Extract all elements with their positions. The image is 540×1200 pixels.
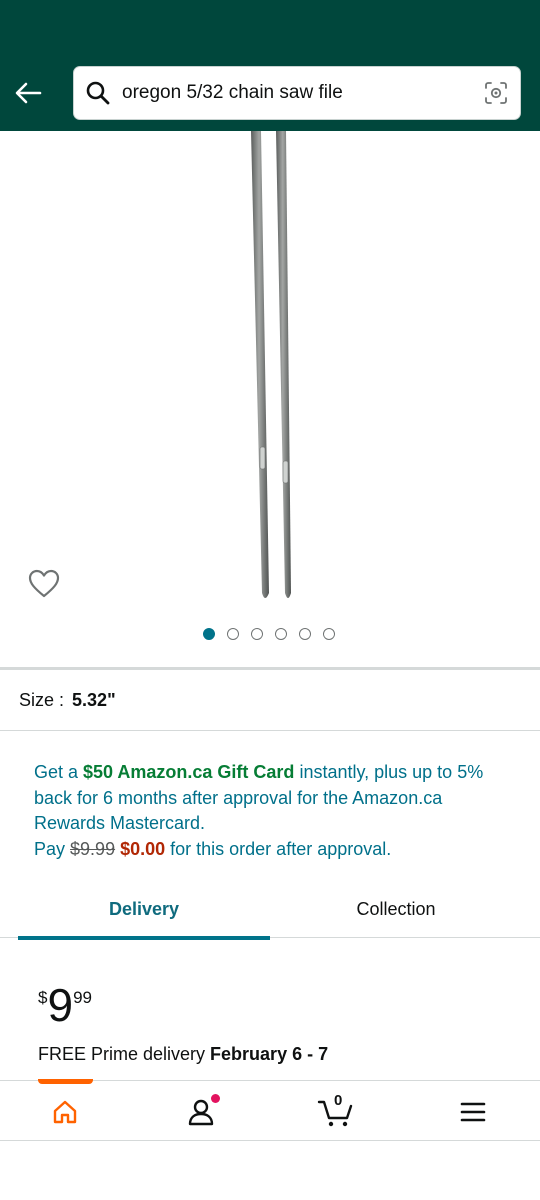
tab-delivery-label: Delivery: [108, 898, 180, 919]
carousel-dot[interactable]: [275, 628, 287, 640]
back-button[interactable]: [10, 76, 46, 110]
product-price: $ 9 99: [38, 980, 92, 1030]
top-bar: oregon 5/32 chain saw file: [0, 0, 540, 131]
bottom-navigation: 0: [0, 1079, 540, 1141]
camera-search-icon[interactable]: [472, 67, 520, 119]
promo-new-price: $0.00: [120, 838, 166, 859]
delivery-estimate: FREE Prime delivery February 6 - 7: [38, 1044, 328, 1065]
wishlist-heart-button[interactable]: [26, 566, 62, 602]
home-icon: [53, 1100, 77, 1124]
carousel-dot[interactable]: [323, 628, 335, 640]
heart-icon: [28, 569, 60, 598]
notification-dot: [211, 1094, 220, 1103]
carousel-dot[interactable]: [251, 628, 263, 640]
section-divider: [0, 730, 540, 731]
credit-card-promo[interactable]: Get a $50 Amazon.ca Gift Card instantly,…: [34, 760, 504, 862]
search-bar[interactable]: oregon 5/32 chain saw file: [73, 66, 521, 120]
promo-gift-card: $50 Amazon.ca Gift Card: [83, 762, 295, 782]
price-whole: 9: [47, 979, 74, 1031]
size-selector[interactable]: Size : 5.32": [19, 690, 116, 711]
promo-old-price: $9.99: [70, 838, 116, 859]
price-symbol: $: [38, 988, 48, 1007]
size-value: 5.32": [72, 690, 116, 710]
back-arrow-icon: [15, 82, 42, 104]
search-icon: [74, 67, 122, 119]
promo-pay-suffix: for this order after approval.: [165, 838, 392, 859]
active-tab-indicator: [18, 936, 270, 940]
hamburger-menu-icon: [460, 1102, 486, 1122]
tab-collection[interactable]: Collection: [270, 880, 522, 938]
nav-menu[interactable]: [443, 1087, 503, 1137]
chain-saw-file-image: [251, 131, 291, 598]
promo-pay-label: Pay: [34, 838, 71, 859]
fulfillment-tabs: Delivery Collection: [0, 880, 540, 940]
nav-home[interactable]: [35, 1087, 95, 1137]
promo-text: Get a: [34, 762, 84, 782]
image-carousel-dots: [203, 628, 335, 640]
size-label: Size :: [19, 690, 65, 710]
active-nav-indicator: [38, 1079, 93, 1084]
carousel-dot[interactable]: [299, 628, 311, 640]
tab-collection-label: Collection: [356, 898, 436, 919]
nav-cart[interactable]: 0: [306, 1087, 366, 1137]
cart-count: 0: [334, 1092, 343, 1109]
price-fraction: 99: [73, 988, 92, 1007]
section-divider: [0, 667, 540, 670]
nav-account[interactable]: [171, 1087, 231, 1137]
delivery-prefix: FREE Prime delivery: [38, 1044, 211, 1064]
product-image[interactable]: [0, 131, 540, 611]
carousel-dot[interactable]: [227, 628, 239, 640]
tab-delivery[interactable]: Delivery: [18, 880, 270, 940]
search-input[interactable]: oregon 5/32 chain saw file: [122, 82, 472, 104]
carousel-dot[interactable]: [203, 628, 215, 640]
delivery-dates: February 6 - 7: [210, 1044, 329, 1064]
